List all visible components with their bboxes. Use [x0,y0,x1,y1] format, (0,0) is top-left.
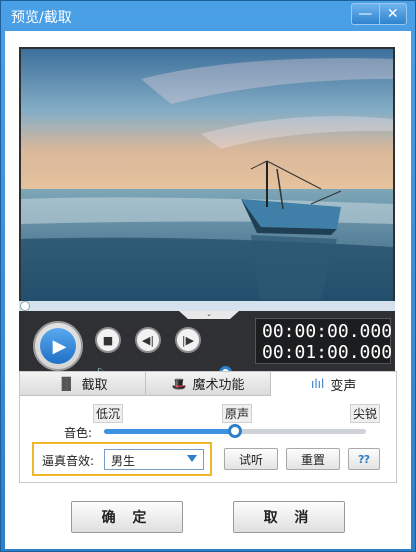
next-frame-button[interactable]: |▶ [175,327,201,353]
effect-select-value: 男生 [111,454,136,468]
magic-icon: 🎩 [171,376,187,391]
pitch-low-label: 低沉 [93,404,124,423]
stop-button[interactable]: ■ [95,327,121,353]
chevron-down-icon [187,455,197,462]
tab-magic[interactable]: 🎩 魔术功能 [145,372,272,396]
next-frame-icon: |▶ [181,333,195,347]
minimize-button[interactable]: — [352,4,379,24]
prev-frame-button[interactable]: ◀| [135,327,161,353]
title-bar: 预览/截取 — ✕ [1,1,415,31]
reset-button[interactable]: 重置 [286,448,340,470]
seek-bar[interactable] [19,301,395,311]
help-icon: ⁇ [358,452,370,466]
voice-wave-icon: ılıl [311,377,325,391]
pitch-handle[interactable] [228,424,242,438]
tab-crop-label: 截取 [81,378,108,393]
tab-voice-change-label: 变声 [330,378,357,394]
play-button[interactable]: ▶ [33,321,83,371]
pitch-high-label: 尖锐 [350,404,381,423]
cancel-button-label: 取 消 [263,510,315,526]
cancel-button[interactable]: 取 消 [233,501,345,533]
tab-magic-label: 魔术功能 [192,378,245,393]
window-title: 预览/截取 [11,10,72,26]
tab-voice-change[interactable]: ılıl 变声 [271,372,397,396]
dialog-client-area: ⌄ ▶ ■ ◀| |▶ 🔈 00:00:00.000 [5,31,411,549]
pitch-mid-label: 原声 [222,404,253,423]
window-controls: — ✕ [351,3,407,25]
tab-crop[interactable]: ▐▌ 截取 [20,372,146,396]
close-button[interactable]: ✕ [378,4,407,24]
tab-bar: ▐▌ 截取 🎩 魔术功能 ılıl 变声 [20,372,397,396]
preview-crop-window: 预览/截取 — ✕ ⌄ ▶ ■ ◀| |▶ 00:00:00.000 00:01… [0,0,416,552]
prev-frame-icon: ◀| [141,333,155,347]
pitch-slider-fill [104,429,235,434]
listen-button-label: 试听 [238,452,263,467]
listen-button[interactable]: 试听 [224,448,278,470]
effect-label: 逼真音效: [42,454,95,468]
function-tabs-panel: ▐▌ 截取 🎩 魔术功能 ılıl 变声 低沉 原声 尖锐 音色: 逼真音效: … [19,371,397,483]
current-time: 00:00:00.000 [262,321,393,342]
crop-icon: ▐▌ [57,376,76,391]
reset-button-label: 重置 [300,452,325,467]
effect-select[interactable]: 男生 [104,449,204,470]
video-frame [21,49,393,301]
realistic-effect-group: 逼真音效: 男生 [32,442,212,476]
pitch-label: 音色: [64,426,93,440]
close-icon: ✕ [386,6,399,22]
time-display: 00:00:00.000 00:01:00.000 [255,318,393,364]
ok-button[interactable]: 确 定 [71,501,183,533]
video-preview-panel: ⌄ ▶ ■ ◀| |▶ 🔈 00:00:00.000 [19,47,395,395]
minimize-icon: — [358,6,373,22]
stop-icon: ■ [102,333,114,347]
seek-handle[interactable] [20,301,30,311]
total-time: 00:01:00.000 [262,342,393,363]
play-icon: ▶ [40,328,76,364]
ok-button-label: 确 定 [101,510,153,526]
help-button[interactable]: ⁇ [348,448,380,470]
